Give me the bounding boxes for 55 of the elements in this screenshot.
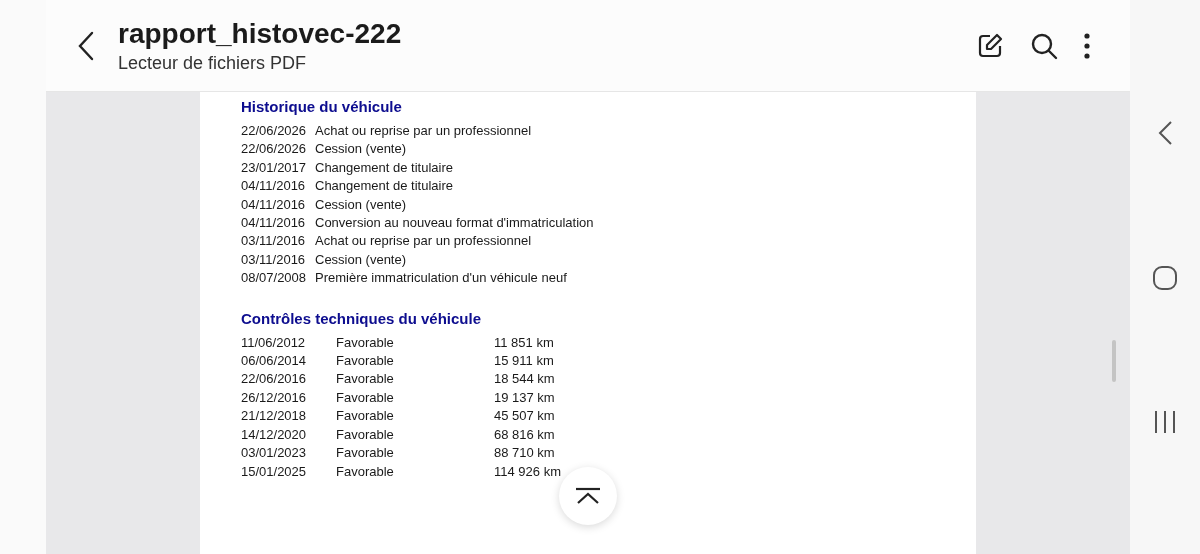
inspection-mileage: 18 544 km	[494, 370, 556, 389]
search-icon[interactable]	[1030, 31, 1058, 60]
edit-icon[interactable]	[976, 31, 1004, 60]
event-date: 03/11/2016	[241, 232, 307, 251]
event-description: Conversion au nouveau format d'immatriculation	[315, 214, 595, 233]
event-date: 04/11/2016	[241, 177, 307, 196]
event-description: Changement de titulaire	[315, 158, 455, 177]
inspection-result: Favorable	[336, 425, 395, 444]
inspection-mileage: 45 507 km	[494, 407, 556, 426]
inspection-date: 15/01/2025	[241, 462, 308, 481]
scroll-top-icon	[575, 487, 601, 505]
event-date: 08/07/2008	[241, 269, 308, 288]
event-date: 04/11/2016	[241, 214, 307, 233]
inspection-mileage: 19 137 km	[494, 388, 556, 407]
home-icon[interactable]	[1152, 265, 1178, 291]
back-icon[interactable]	[76, 29, 96, 62]
section-heading: Contrôles techniques du véhicule	[241, 309, 483, 327]
inspection-mileage: 15 911 km	[494, 352, 555, 371]
event-description: Achat ou reprise par un professionnel	[315, 122, 533, 140]
inspection-date: 06/06/2014	[241, 352, 308, 371]
inspection-result: Favorable	[336, 462, 395, 481]
inspection-mileage: 68 816 km	[494, 425, 556, 444]
inspection-date: 11/06/2012	[241, 333, 307, 352]
app-subtitle: Lecteur de fichiers PDF	[118, 53, 308, 74]
section-heading: Historique du véhicule	[241, 98, 403, 115]
event-date: 22/06/2026	[241, 140, 308, 159]
more-icon[interactable]	[1084, 32, 1090, 59]
inspection-mileage: 11 851 km	[494, 333, 555, 352]
inspection-date: 21/12/2018	[241, 407, 308, 426]
inspection-mileage: 88 710 km	[494, 444, 556, 463]
event-description: Cession (vente)	[315, 140, 408, 159]
event-date: 23/01/2017	[241, 158, 308, 177]
inspection-result: Favorable	[336, 352, 395, 371]
inspection-result: Favorable	[336, 444, 395, 463]
recent-apps-icon[interactable]	[1153, 410, 1177, 435]
inspection-result: Favorable	[336, 333, 395, 352]
inspection-date: 03/01/2023	[241, 444, 308, 463]
event-date: 03/11/2016	[241, 250, 307, 269]
back-icon[interactable]	[1157, 119, 1173, 146]
inspection-date: 22/06/2016	[241, 370, 308, 389]
inspection-result: Favorable	[336, 388, 395, 407]
event-date: 04/11/2016	[241, 195, 307, 214]
event-description: Achat ou reprise par un professionnel	[315, 232, 533, 251]
inspection-date: 14/12/2020	[241, 425, 308, 444]
scrollbar[interactable]	[1112, 340, 1116, 382]
event-description: Cession (vente)	[315, 250, 408, 269]
event-description: Cession (vente)	[315, 195, 408, 214]
inspection-mileage: 114 926 km	[494, 462, 562, 481]
event-description: Première immatriculation d'un véhicule neuf	[315, 269, 568, 288]
inspection-result: Favorable	[336, 407, 395, 426]
inspection-date: 26/12/2016	[241, 388, 308, 407]
event-description: Changement de titulaire	[315, 177, 455, 196]
event-date: 22/06/2026	[241, 122, 308, 140]
document-title: rapport_histovec-222	[118, 17, 403, 51]
inspection-result: Favorable	[336, 370, 395, 389]
